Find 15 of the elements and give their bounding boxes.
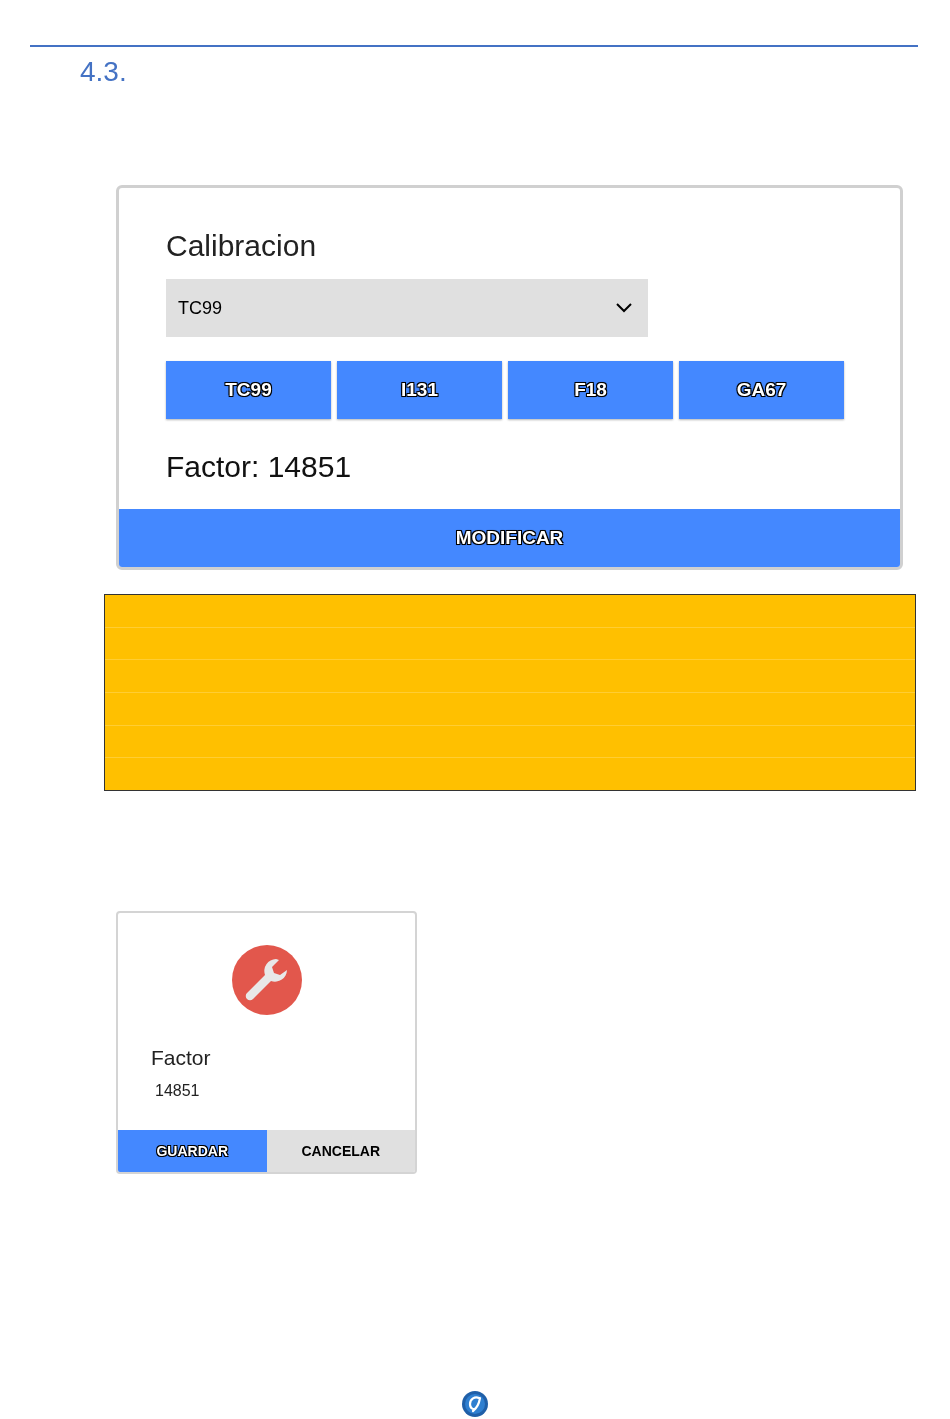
cancel-button[interactable]: CANCELAR xyxy=(266,1130,415,1172)
modify-button[interactable]: MODIFICAR xyxy=(119,509,900,567)
section-number: 4.3. xyxy=(80,56,127,87)
save-button[interactable]: GUARDAR xyxy=(118,1130,267,1172)
isotope-button[interactable]: I131 xyxy=(337,361,502,419)
card-title: Calibracion xyxy=(166,228,318,264)
isotope-button[interactable]: GA67 xyxy=(679,361,844,419)
factor-value-field[interactable]: 14851 xyxy=(155,1081,415,1101)
isotope-button[interactable]: F18 xyxy=(508,361,673,419)
wrench-icon xyxy=(231,945,302,1015)
factor-text: Factor: 14851 xyxy=(166,449,353,485)
isotope-button[interactable]: TC99 xyxy=(166,361,331,419)
chevron-down-icon xyxy=(616,303,632,313)
dialog-title: Factor xyxy=(151,1045,212,1071)
calibration-select[interactable]: TC99 xyxy=(166,279,648,337)
